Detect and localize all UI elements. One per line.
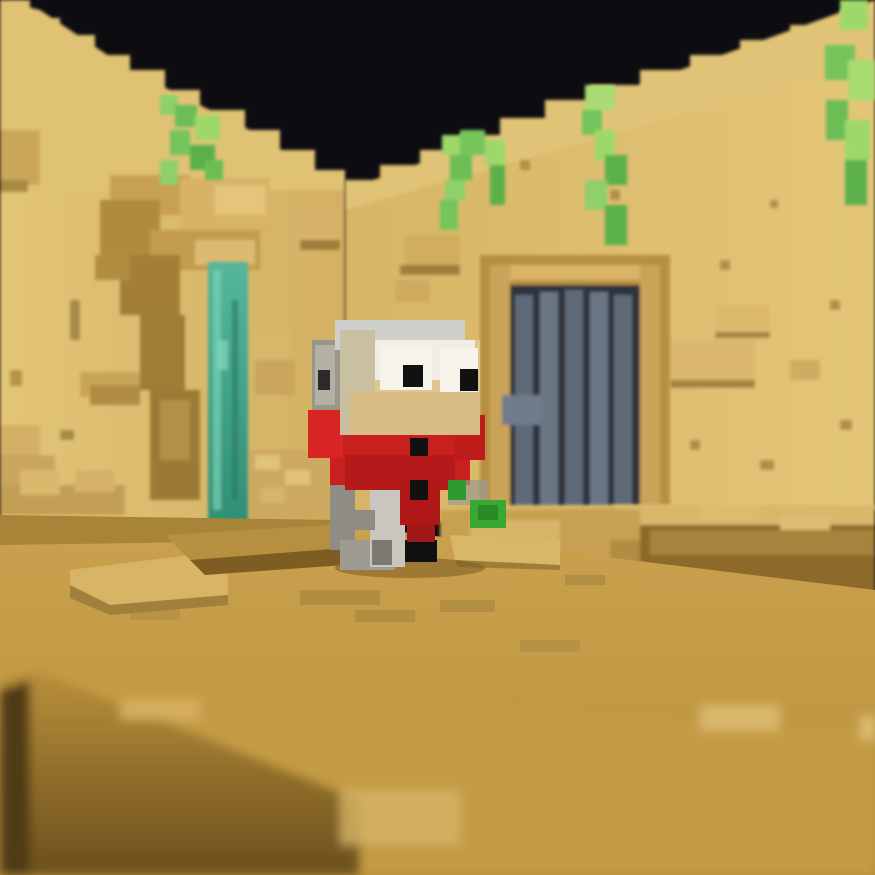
waterfall [208, 262, 248, 522]
gate-bar [540, 292, 558, 505]
hero-pupil-left [403, 365, 423, 387]
hero-button-top [410, 438, 428, 456]
locked-gate[interactable] [480, 255, 670, 505]
gate-bar [614, 295, 632, 505]
gate-bar [590, 292, 608, 505]
hero-button-bottom [410, 480, 428, 500]
game-viewport[interactable] [0, 0, 875, 875]
gate-lock [502, 395, 542, 425]
gate-bar [565, 290, 583, 505]
scene-canvas [0, 0, 875, 875]
hero-boot-right [405, 540, 437, 562]
hero-pupil-right [460, 369, 478, 391]
